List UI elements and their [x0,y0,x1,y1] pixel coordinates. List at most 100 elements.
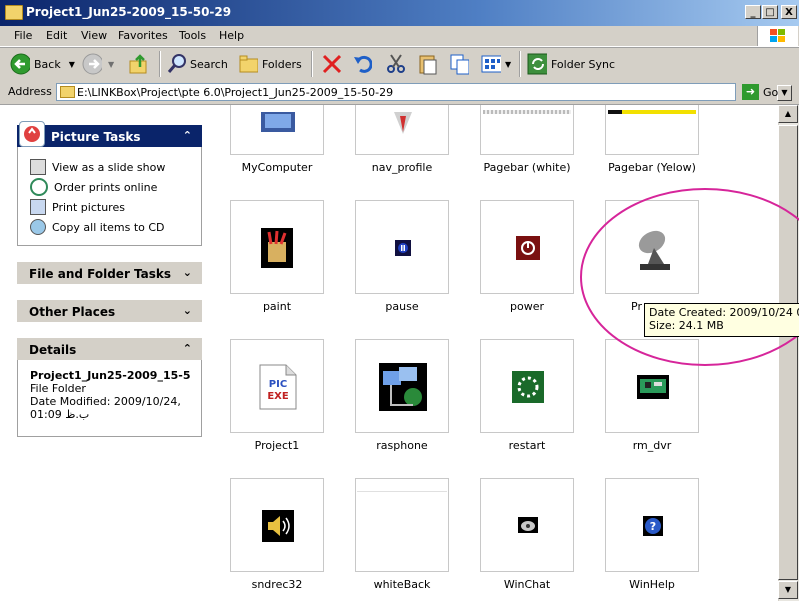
folders-icon [238,54,258,74]
file-label[interactable]: nav_profile [332,161,472,174]
up-folder-button[interactable] [128,53,148,75]
thumbnail-rasphone[interactable] [355,339,449,433]
task-slide-show[interactable]: View as a slide show [18,157,201,177]
tooltip-date-created: Date Created: 2009/10/24 01:0 [649,306,799,319]
thumbnail-pagebar-white[interactable] [480,105,574,155]
address-value: E:\LINKBox\Project\pte 6.0\Project1_Jun2… [77,86,394,99]
task-print-pictures[interactable]: Print pictures [18,197,201,217]
file-label[interactable]: WinHelp [582,578,722,591]
forward-dropdown-icon[interactable]: ▼ [108,60,114,69]
picture-tasks-header[interactable]: Picture Tasks ⌃ [17,121,202,147]
other-places-title: Other Places [29,305,116,319]
details-panel: Details ⌃ Project1_Jun25-2009_15-50 File… [17,338,202,437]
thumbnail-sndrec32[interactable] [230,478,324,572]
details-name: Project1_Jun25-2009_15-50 [30,369,190,382]
collapse-chevron-icon[interactable]: ⌃ [183,129,192,142]
clipboard-icon [417,54,437,75]
task-order-prints[interactable]: Order prints online [18,177,201,197]
paste-button[interactable] [449,53,469,75]
maximize-button[interactable]: □ [762,5,778,19]
thumbnail-restart[interactable] [480,339,574,433]
thumbnail-nav-profile[interactable] [355,105,449,155]
file-label[interactable]: rasphone [332,439,472,452]
thumbnail-project1[interactable]: PIC EXE [230,339,324,433]
go-button[interactable]: ➜ Go [742,84,778,100]
file-folder-tasks-panel[interactable]: File and Folder Tasks ⌄ [17,262,202,284]
pagebar-white-icon [483,110,571,114]
scroll-up-icon[interactable]: ▲ [778,105,798,123]
file-label[interactable]: MyComputer [220,161,347,174]
file-label[interactable]: WinChat [457,578,597,591]
order-prints-icon [30,178,48,196]
file-label[interactable]: paint [220,300,347,313]
back-dropdown-icon[interactable]: ▼ [69,60,75,69]
task-label: Copy all items to CD [52,220,165,234]
minimize-button[interactable]: _ [745,5,761,19]
file-label[interactable]: Pagebar (Yelow) [582,161,722,174]
close-button[interactable]: X [781,5,797,19]
menu-edit[interactable]: Edit [46,29,67,42]
file-label[interactable]: rm_dvr [582,439,722,452]
forward-button[interactable]: ▼ [82,53,114,75]
menu-tools[interactable]: Tools [179,29,206,42]
views-grid-icon [481,54,501,74]
picture-tasks-icon [19,121,45,147]
thumbnail-pause[interactable] [355,200,449,294]
search-button[interactable]: Search [166,53,228,75]
file-folder-tasks-header[interactable]: File and Folder Tasks ⌄ [17,262,202,284]
thumbnail-paint[interactable] [230,200,324,294]
delete-button[interactable] [321,53,341,75]
details-type: File Folder [30,382,86,395]
folders-button[interactable]: Folders [238,53,302,75]
back-button[interactable]: Back ▼ [10,53,75,75]
views-dropdown-icon[interactable]: ▼ [505,60,511,69]
file-folder-tasks-title: File and Folder Tasks [29,267,172,281]
collapse-chevron-icon[interactable]: ⌃ [183,342,192,355]
details-modified: Date Modified: 2009/10/24, [30,395,181,408]
file-label[interactable]: whiteBack [332,578,472,591]
menu-favorites[interactable]: Favorites [118,29,168,42]
task-label: Print pictures [52,200,125,214]
file-label[interactable]: pause [332,300,472,313]
file-label[interactable]: restart [457,439,597,452]
menu-view[interactable]: View [81,29,107,42]
menu-file[interactable]: File [14,29,32,42]
file-label[interactable]: sndrec32 [220,578,347,591]
views-button[interactable]: ▼ [481,53,511,75]
details-header[interactable]: Details ⌃ [17,338,202,360]
folder-sync-button[interactable]: Folder Sync [527,53,615,75]
task-label: View as a slide show [52,160,166,174]
thumbnail-winhelp[interactable]: ? [605,478,699,572]
task-copy-to-cd[interactable]: Copy all items to CD [18,217,201,237]
copy-pages-icon [449,54,469,75]
expand-chevron-icon[interactable]: ⌄ [183,266,192,279]
cut-button[interactable] [385,53,405,75]
folder-icon [60,86,75,98]
folder-icon [5,5,23,20]
expand-chevron-icon[interactable]: ⌄ [183,304,192,317]
task-label: Order prints online [54,180,158,194]
address-dropdown-icon[interactable]: ▼ [777,85,792,101]
delete-x-icon [321,54,341,74]
toolbar-separator [519,51,521,77]
copy-button[interactable] [417,53,437,75]
other-places-header[interactable]: Other Places ⌄ [17,300,202,322]
undo-button[interactable] [352,53,372,75]
scroll-down-icon[interactable]: ▼ [778,581,798,599]
printer-icon [30,199,46,215]
details-title: Details [29,343,77,357]
annotation-circle [580,188,799,366]
other-places-panel[interactable]: Other Places ⌄ [17,300,202,322]
thumbnail-mycomputer[interactable] [230,105,324,155]
thumbnail-winchat[interactable] [480,478,574,572]
thumbnail-whiteback[interactable] [355,478,449,572]
back-arrow-icon [10,53,30,75]
thumbnail-power[interactable] [480,200,574,294]
up-folder-icon [128,54,148,74]
menu-help[interactable]: Help [219,29,244,42]
file-label[interactable]: Project1 [220,439,347,452]
sync-icon [527,53,547,75]
thumbnail-pagebar-yellow[interactable] [605,105,699,155]
file-label[interactable]: Pagebar (white) [457,161,597,174]
address-field[interactable]: E:\LINKBox\Project\pte 6.0\Project1_Jun2… [56,83,792,101]
